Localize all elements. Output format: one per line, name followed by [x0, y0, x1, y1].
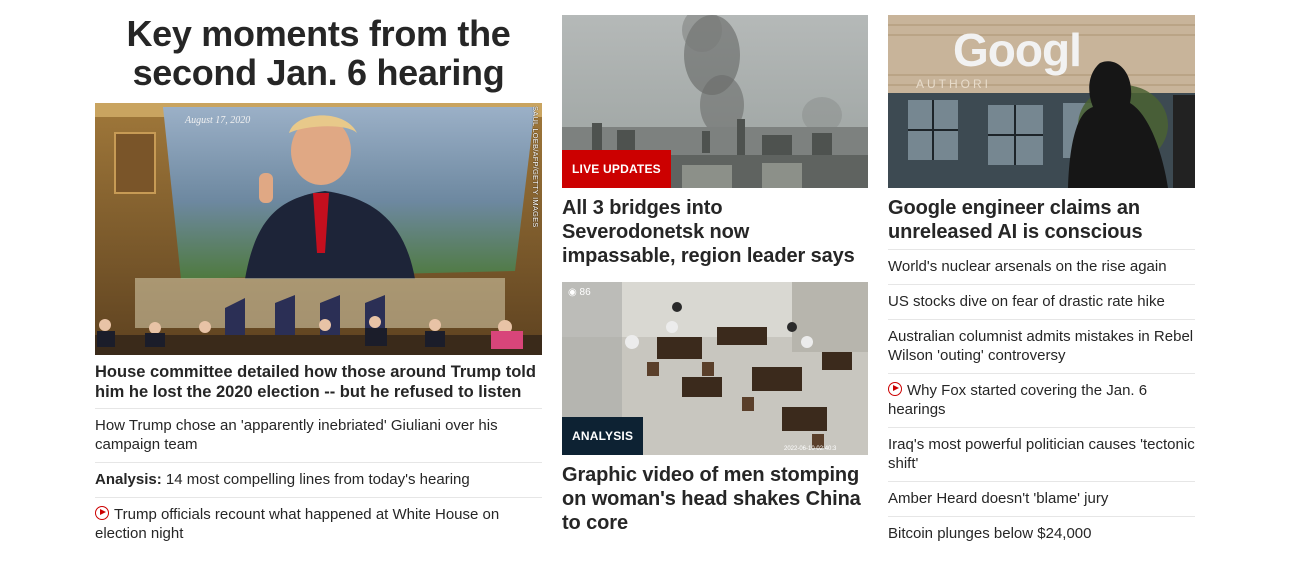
hearing-room-photo: [95, 103, 542, 355]
live-updates-badge: LIVE UPDATES: [562, 150, 671, 188]
right-links: World's nuclear arsenals on the rise aga…: [888, 249, 1195, 551]
link-text[interactable]: US stocks dive on fear of drastic rate h…: [888, 293, 1165, 310]
list-item[interactable]: Trump officials recount what happened at…: [95, 498, 542, 551]
screen-date-text: August 17, 2020: [185, 115, 251, 126]
link-text[interactable]: How Trump chose an 'apparently inebriate…: [95, 417, 498, 453]
list-item[interactable]: US stocks dive on fear of drastic rate h…: [888, 285, 1195, 320]
photo-credit: SAUL LOEB/AFP/GETTY IMAGES: [531, 106, 540, 228]
list-item[interactable]: How Trump chose an 'apparently inebriate…: [95, 409, 542, 463]
lead-story-column: Key moments from the second Jan. 6 heari…: [95, 0, 542, 551]
google-sign-text: Googl: [953, 24, 1082, 76]
analysis-prefix: Analysis:: [95, 471, 162, 488]
link-text[interactable]: Trump officials recount what happened at…: [95, 506, 499, 542]
middle-column: LIVE UPDATES All 3 bridges into Severodo…: [562, 0, 868, 535]
lead-related-links: How Trump chose an 'apparently inebriate…: [95, 409, 542, 551]
severodonetsk-headline[interactable]: All 3 bridges into Severodonetsk now imp…: [562, 196, 868, 268]
list-item[interactable]: Bitcoin plunges below $24,000: [888, 517, 1195, 551]
link-text[interactable]: World's nuclear arsenals on the rise aga…: [888, 258, 1167, 275]
china-video-image[interactable]: ◉ 86 2022-06-10 02:40:3 ANALYSIS: [562, 282, 868, 455]
link-text[interactable]: Bitcoin plunges below $24,000: [888, 525, 1091, 542]
right-column: Googl AUTHORI Google engineer claims an …: [888, 0, 1195, 551]
play-icon: [888, 382, 902, 396]
link-text[interactable]: Iraq's most powerful politician causes '…: [888, 436, 1195, 472]
severodonetsk-image[interactable]: LIVE UPDATES: [562, 15, 868, 188]
svg-text:2022-06-10 02:40:3: 2022-06-10 02:40:3: [784, 446, 837, 452]
list-item[interactable]: Analysis: 14 most compelling lines from …: [95, 463, 542, 498]
list-item[interactable]: World's nuclear arsenals on the rise aga…: [888, 250, 1195, 285]
link-text[interactable]: Australian columnist admits mistakes in …: [888, 328, 1193, 364]
google-sign-subtext: AUTHORI: [916, 77, 991, 91]
lead-title-line-2[interactable]: second Jan. 6 hearing: [95, 53, 542, 92]
list-item[interactable]: Amber Heard doesn't 'blame' jury: [888, 482, 1195, 517]
lead-story-image[interactable]: August 17, 2020 SAUL LOEB/AFP/GETTY IMAG…: [95, 103, 542, 355]
lead-headline[interactable]: House committee detailed how those aroun…: [95, 362, 542, 409]
link-text[interactable]: Why Fox started covering the Jan. 6 hear…: [888, 382, 1147, 418]
link-text[interactable]: 14 most compelling lines from today's he…: [166, 471, 470, 488]
play-icon: [95, 506, 109, 520]
china-video-headline[interactable]: Graphic video of men stomping on woman's…: [562, 463, 868, 535]
list-item[interactable]: Why Fox started covering the Jan. 6 hear…: [888, 374, 1195, 428]
google-engineer-image[interactable]: Googl AUTHORI: [888, 15, 1195, 188]
analysis-badge: ANALYSIS: [562, 417, 644, 455]
link-text[interactable]: Amber Heard doesn't 'blame' jury: [888, 490, 1108, 507]
google-engineer-headline[interactable]: Google engineer claims an unreleased AI …: [888, 196, 1195, 244]
lead-title-line-1[interactable]: Key moments from the: [95, 14, 542, 53]
list-item[interactable]: Australian columnist admits mistakes in …: [888, 320, 1195, 374]
lead-section-title[interactable]: Key moments from the second Jan. 6 heari…: [95, 14, 542, 103]
list-item[interactable]: Iraq's most powerful politician causes '…: [888, 428, 1195, 482]
svg-text:◉ 86: ◉ 86: [568, 287, 591, 298]
